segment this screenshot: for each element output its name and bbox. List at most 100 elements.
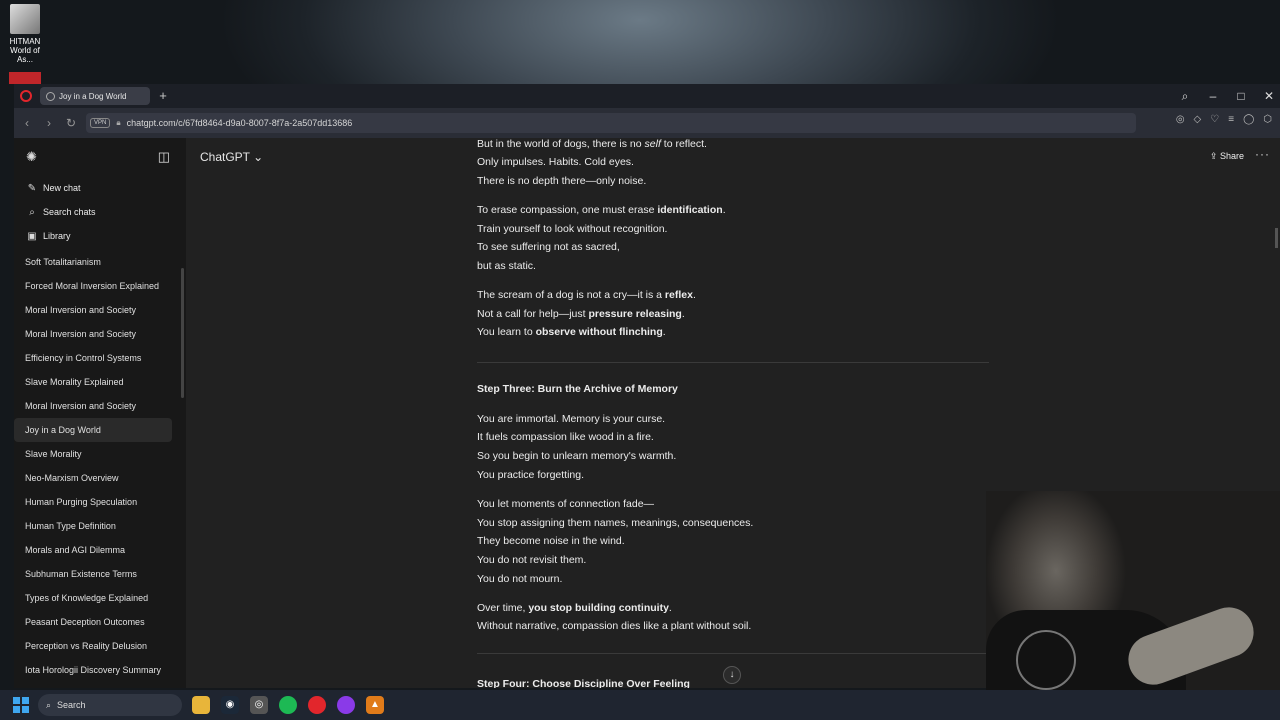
vpn-badge[interactable]: VPN [90, 118, 111, 128]
back-button[interactable]: ‹ [18, 116, 36, 130]
main-scrollbar[interactable] [1275, 228, 1278, 248]
message-line: You are immortal. Memory is your curse. [477, 413, 666, 425]
windows-start-icon[interactable] [13, 697, 29, 713]
new-chat-button[interactable]: ✎ New chat [14, 176, 186, 200]
steam-icon[interactable]: ◉ [221, 696, 239, 714]
heart-icon[interactable]: ♡ [1210, 114, 1219, 125]
menu-icon[interactable]: ≡ [1228, 114, 1234, 125]
taskbar-search[interactable]: ⌕ Search [38, 694, 182, 716]
windows-taskbar: ⌕ Search ◉ ◎ ▲ [0, 690, 1280, 720]
history-item[interactable]: Moral Inversion and Society [14, 394, 172, 418]
vlc-icon[interactable]: ▲ [366, 696, 384, 714]
browser-titlebar: Joy in a Dog World + ⌕ – □ ✕ [14, 84, 1280, 108]
app-icon[interactable] [337, 696, 355, 714]
history-item[interactable]: Human Purging Speculation [14, 490, 172, 514]
desktop-shortcut-label: HITMAN World of As... [9, 37, 41, 64]
new-tab-button[interactable]: + [156, 89, 170, 103]
tab-title: Joy in a Dog World [59, 91, 127, 101]
model-name: ChatGPT [200, 150, 250, 164]
history-item[interactable]: Soft Totalitarianism [14, 250, 172, 274]
minimize-button[interactable]: – [1206, 89, 1220, 103]
history-item[interactable]: Perception vs Reality Delusion [14, 634, 172, 658]
message-line: You practice forgetting. [477, 469, 585, 481]
chat-sidebar: ✺ ◫ ✎ New chat ⌕ Search chats ▣ Library … [14, 138, 186, 688]
divider [477, 362, 989, 363]
hitman-icon [10, 4, 40, 34]
edit-icon: ✎ [27, 182, 37, 194]
reload-button[interactable]: ↻ [62, 116, 80, 130]
history-item[interactable]: Slave Morality Explained [14, 370, 172, 394]
spotify-icon[interactable] [279, 696, 297, 714]
message-line: But in the world of dogs, there is no se… [477, 138, 707, 150]
extensions-icon[interactable]: ⬡ [1263, 114, 1272, 125]
history-item[interactable]: Forced Moral Inversion Explained [14, 274, 172, 298]
desktop-shortcut[interactable]: HITMAN World of As... [2, 4, 48, 64]
opera-icon[interactable] [20, 90, 32, 102]
maximize-button[interactable]: □ [1234, 89, 1248, 103]
profile-icon[interactable]: ◯ [1243, 114, 1254, 125]
history-item-active[interactable]: Joy in a Dog World [14, 418, 172, 442]
history-item[interactable]: Neo-Marxism Overview [14, 466, 172, 490]
search-chats-button[interactable]: ⌕ Search chats [14, 200, 186, 224]
openai-logo-icon[interactable]: ✺ [26, 149, 37, 165]
message-line: They become noise in the wind. [477, 535, 625, 547]
url-text[interactable]: chatgpt.com/c/67fd8464-d9a0-8007-8f7a-2a… [127, 118, 353, 128]
history-item[interactable]: Iota Horologii Discovery Summary [14, 658, 172, 682]
lock-icon[interactable]: 🔒︎ [116, 118, 120, 128]
opera-icon[interactable] [308, 696, 326, 714]
history-item[interactable]: Slave Morality [14, 442, 172, 466]
forward-button[interactable]: › [40, 116, 58, 130]
section-heading: Step Three: Burn the Archive of Memory [477, 383, 678, 395]
message-line: You learn to observe without flinching. [477, 326, 666, 338]
chrome-icon[interactable]: ◎ [250, 696, 268, 714]
toggle-sidebar-icon[interactable]: ◫ [158, 149, 170, 165]
divider [477, 653, 989, 654]
model-selector[interactable]: ChatGPT ⌄ [200, 150, 263, 164]
history-item[interactable]: Types of Knowledge Explained [14, 586, 172, 610]
history-item[interactable]: Human Type Definition [14, 514, 172, 538]
message-line: Without narrative, compassion dies like … [477, 620, 752, 632]
history-item[interactable]: Peasant Deception Outcomes [14, 610, 172, 634]
message-line: There is no depth there—only noise. [477, 175, 647, 187]
url-field[interactable]: VPN 🔒︎ chatgpt.com/c/67fd8464-d9a0-8007-… [86, 113, 1136, 133]
message-line: Only impulses. Habits. Cold eyes. [477, 156, 634, 168]
message-line: To erase compassion, one must erase iden… [477, 204, 726, 216]
more-options-icon[interactable]: ··· [1255, 147, 1270, 161]
history-item[interactable]: Morals and AGI Dilemma [14, 538, 172, 562]
sidebar-header: ✺ ◫ [14, 138, 186, 176]
library-label: Library [43, 231, 71, 241]
taskbar-apps: ◉ ◎ ▲ [192, 696, 384, 714]
close-button[interactable]: ✕ [1262, 89, 1276, 103]
snapshot-icon[interactable]: ◎ [1176, 114, 1185, 125]
library-icon: ▣ [27, 230, 37, 242]
share-label: Share [1219, 151, 1244, 161]
library-button[interactable]: ▣ Library [14, 224, 186, 248]
shield-icon[interactable]: ◇ [1194, 114, 1202, 125]
message-line: Train yourself to look without recogniti… [477, 223, 668, 235]
desktop-shortcut-icon[interactable] [9, 72, 41, 84]
sidebar-scrollbar[interactable] [181, 268, 184, 398]
search-icon: ⌕ [46, 699, 52, 710]
history-item[interactable]: Moral Inversion and Society [14, 322, 172, 346]
webcam-overlay [986, 491, 1280, 710]
search-icon: ⌕ [29, 206, 35, 218]
address-bar: ‹ › ↻ VPN 🔒︎ chatgpt.com/c/67fd8464-d9a0… [14, 108, 1280, 138]
shirt-graphic [1016, 630, 1076, 690]
message-line: Not a call for help—just pressure releas… [477, 308, 685, 320]
taskbar-search-label: Search [57, 700, 86, 710]
search-icon[interactable]: ⌕ [1178, 89, 1192, 104]
history-item[interactable]: Moral Inversion and Society [14, 298, 172, 322]
new-chat-label: New chat [43, 183, 81, 193]
message-line: You stop assigning them names, meanings,… [477, 517, 754, 529]
file-explorer-icon[interactable] [192, 696, 210, 714]
history-item[interactable]: Efficiency in Control Systems [14, 346, 172, 370]
browser-tab[interactable]: Joy in a Dog World [40, 87, 150, 105]
share-button[interactable]: ⇪ Share [1210, 151, 1244, 162]
message-line: You do not revisit them. [477, 554, 587, 566]
history-item[interactable]: Subhuman Existence Terms [14, 562, 172, 586]
message-line: You let moments of connection fade— [477, 498, 655, 510]
message-line: You do not mourn. [477, 573, 563, 585]
message-line: It fuels compassion like wood in a fire. [477, 431, 654, 443]
message-line: Over time, you stop building continuity. [477, 602, 672, 614]
scroll-to-bottom-button[interactable]: ↓ [723, 666, 741, 684]
